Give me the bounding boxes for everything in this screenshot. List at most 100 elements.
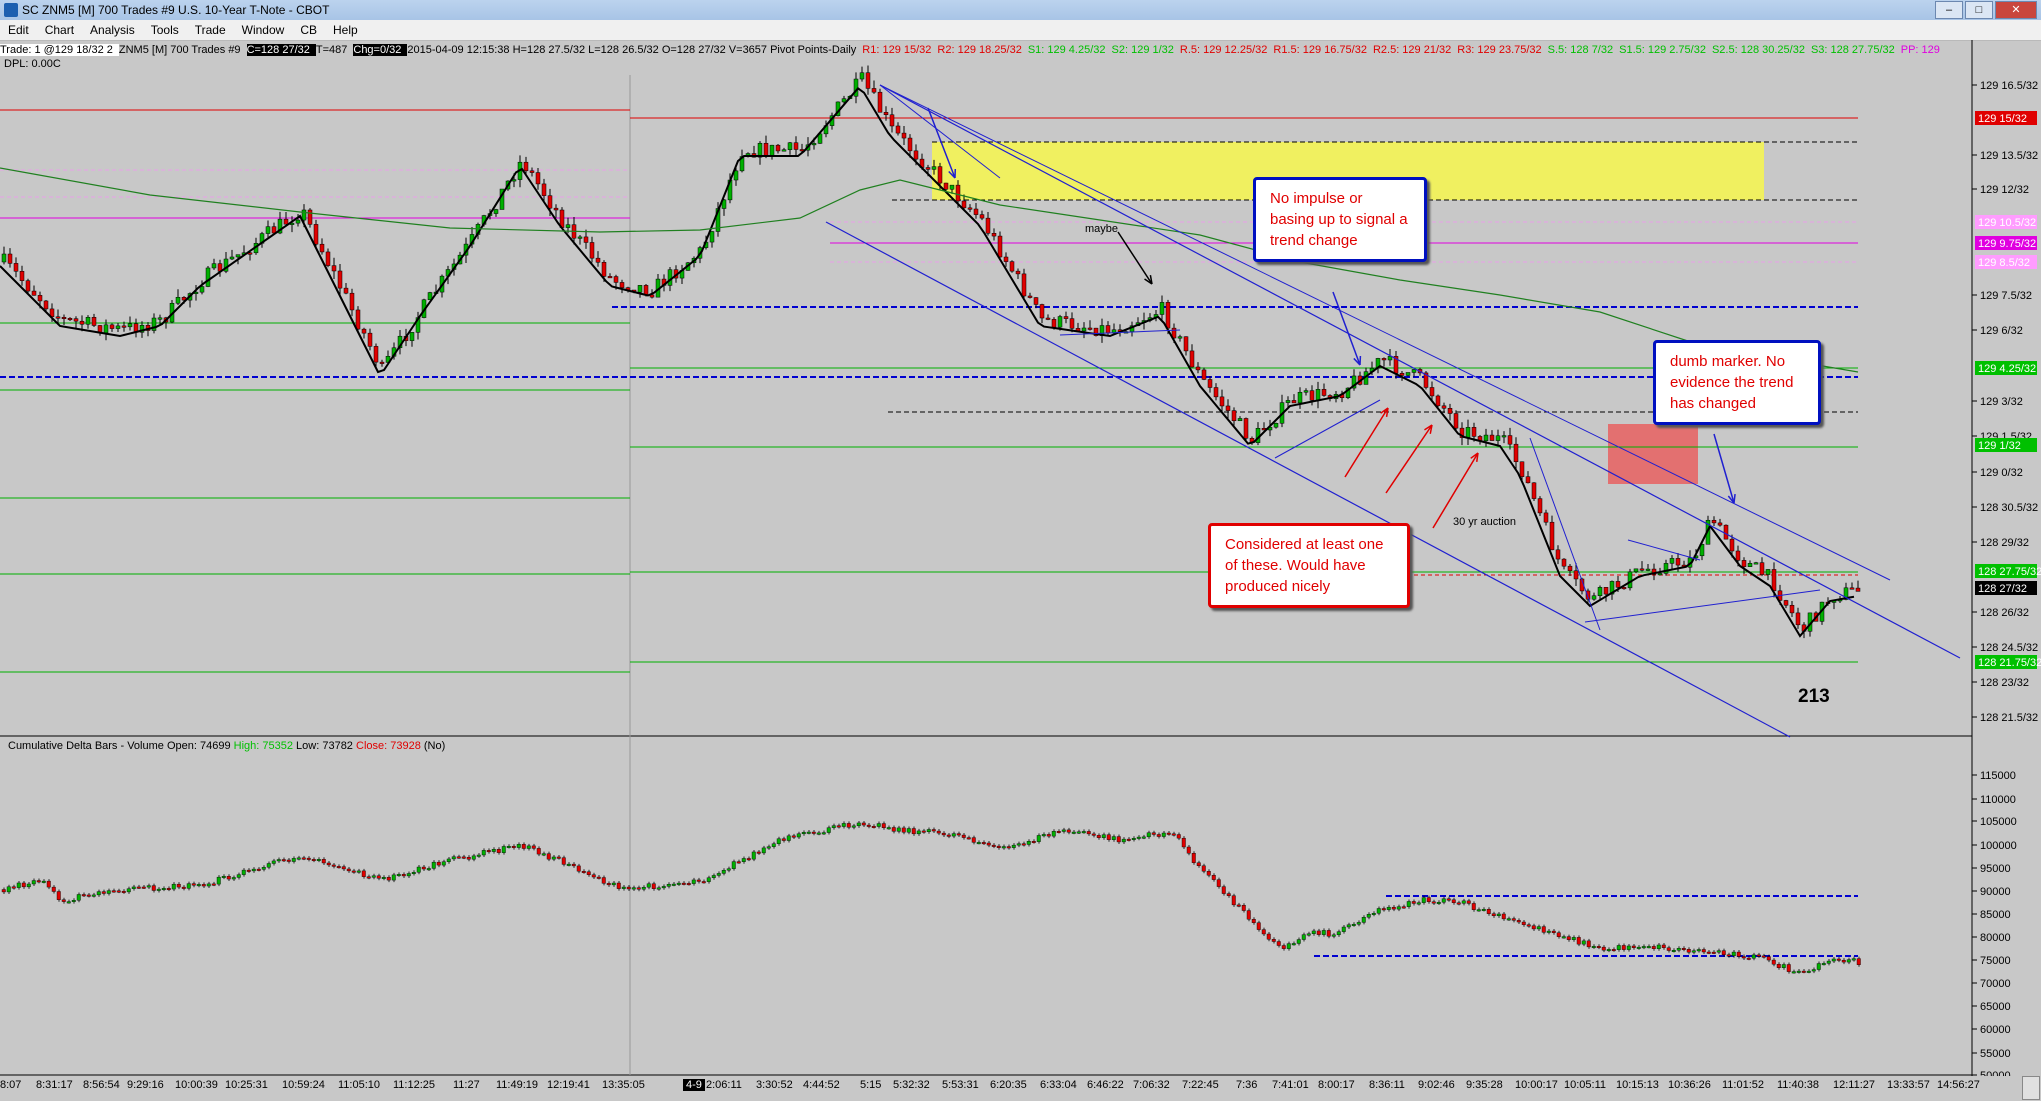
delta-bar: [1696, 949, 1701, 952]
menu-analysis[interactable]: Analysis: [82, 23, 143, 37]
candle: [535, 172, 541, 185]
delta-bar: [156, 888, 161, 891]
pivot-value: R3: 129 23.75/32: [1457, 44, 1542, 56]
pivot-value: S1.5: 129 2.75/32: [1619, 44, 1706, 56]
delta-bar: [746, 858, 751, 861]
menu-help[interactable]: Help: [325, 23, 366, 37]
candle: [643, 285, 649, 296]
delta-bar: [631, 887, 636, 890]
delta-bar: [826, 827, 831, 833]
delta-bar: [786, 835, 791, 841]
delta-bar: [1381, 908, 1386, 911]
delta-bar: [1306, 933, 1311, 936]
time-tick-label: 14:56:27: [1937, 1079, 1980, 1091]
symbol-info: ZNM5 [M] 700 Trades #9: [118, 44, 241, 56]
delta-bar: [1426, 897, 1431, 902]
menu-window[interactable]: Window: [234, 23, 293, 37]
red-zone: [1608, 424, 1698, 484]
candle: [1429, 387, 1435, 397]
delta-bar: [1066, 829, 1071, 833]
annotation-arrow: [1713, 433, 1735, 504]
delta-bar: [791, 835, 796, 838]
delta-bar: [916, 830, 921, 835]
price-axis-label: 129 0/32: [1980, 467, 2023, 479]
time-tick-label: 10:59:24: [282, 1079, 325, 1091]
time-tick-label: 7:41:01: [1272, 1079, 1309, 1091]
candle: [1159, 302, 1165, 315]
delta-bar: [596, 876, 601, 879]
delta-bar: [891, 827, 896, 832]
time-tick-label: 5:53:31: [942, 1079, 979, 1091]
delta-bar: [101, 891, 106, 894]
delta-bar: [1316, 930, 1321, 935]
delta-bar: [1626, 945, 1631, 950]
close-button[interactable]: ✕: [1995, 1, 2037, 19]
candle: [1051, 319, 1057, 328]
volume-axis-label: 95000: [1980, 863, 2011, 875]
candle: [1291, 400, 1297, 404]
chart-canvas[interactable]: maybe 30 yr auction 129 16.5/32 129 13.5/32…: [0, 40, 2041, 1076]
candle: [1519, 461, 1525, 477]
delta-bar: [1086, 831, 1091, 835]
candle: [511, 179, 517, 182]
candle: [523, 161, 529, 172]
delta-bar: [1176, 834, 1181, 839]
candle: [1711, 519, 1717, 524]
menu-chart[interactable]: Chart: [37, 23, 82, 37]
candle: [1087, 327, 1093, 330]
candle: [1615, 581, 1621, 588]
menu-trade[interactable]: Trade: [187, 23, 234, 37]
delta-bar: [516, 844, 521, 848]
delta-bar: [1581, 940, 1586, 945]
candle: [295, 219, 301, 224]
menu-tools[interactable]: Tools: [143, 23, 187, 37]
delta-bar: [1401, 906, 1406, 909]
menu-edit[interactable]: Edit: [0, 23, 37, 37]
maximize-button[interactable]: □: [1965, 1, 1993, 19]
delta-bar: [1256, 922, 1261, 930]
delta-bar: [1116, 836, 1121, 843]
delta-bar: [1741, 956, 1746, 959]
time-tick-label: 9:02:46: [1418, 1079, 1455, 1091]
note-dumb-marker: dumb marker. No evidence the trend has c…: [1653, 340, 1821, 425]
delta-bar: [1191, 852, 1196, 863]
chart-scrollbar[interactable]: [2022, 1076, 2040, 1100]
delta-bar: [1101, 834, 1106, 838]
delta-bar: [716, 873, 721, 876]
delta-bar: [1131, 838, 1136, 840]
delta-bar: [41, 880, 46, 883]
delta-bar: [1431, 901, 1436, 904]
delta-bar: [1766, 956, 1771, 961]
delta-bar: [311, 859, 316, 862]
delta-bar: [586, 871, 591, 875]
candle: [733, 170, 739, 181]
delta-bar: [986, 842, 991, 846]
delta-bar: [296, 857, 301, 860]
candle: [865, 72, 871, 89]
delta-bar: [366, 876, 371, 879]
pivot-value: S2: 129 1/32: [1111, 44, 1174, 56]
candle: [1057, 316, 1063, 328]
delta-bar: [971, 837, 976, 843]
delta-bar: [496, 849, 501, 853]
candle: [1573, 570, 1579, 580]
delta-bar: [821, 832, 826, 835]
delta-bar: [921, 830, 926, 833]
candle: [313, 224, 319, 245]
delta-bar: [1511, 918, 1516, 921]
menu-cb[interactable]: CB: [292, 23, 325, 37]
delta-bar: [396, 874, 401, 877]
candle: [1555, 549, 1561, 560]
subgraph-open: Open: 74699: [166, 740, 231, 752]
delta-bar: [1226, 893, 1231, 896]
candle: [1285, 400, 1291, 403]
price-tag-label: 129 15/32: [1978, 113, 2027, 125]
delta-bar: [531, 845, 536, 849]
candle: [1381, 358, 1387, 361]
minimize-button[interactable]: –: [1935, 1, 1963, 19]
candle: [1765, 569, 1771, 575]
delta-bar: [76, 894, 81, 901]
delta-bar: [1801, 970, 1806, 973]
delta-bar: [1701, 949, 1706, 953]
delta-bar: [1361, 917, 1366, 923]
